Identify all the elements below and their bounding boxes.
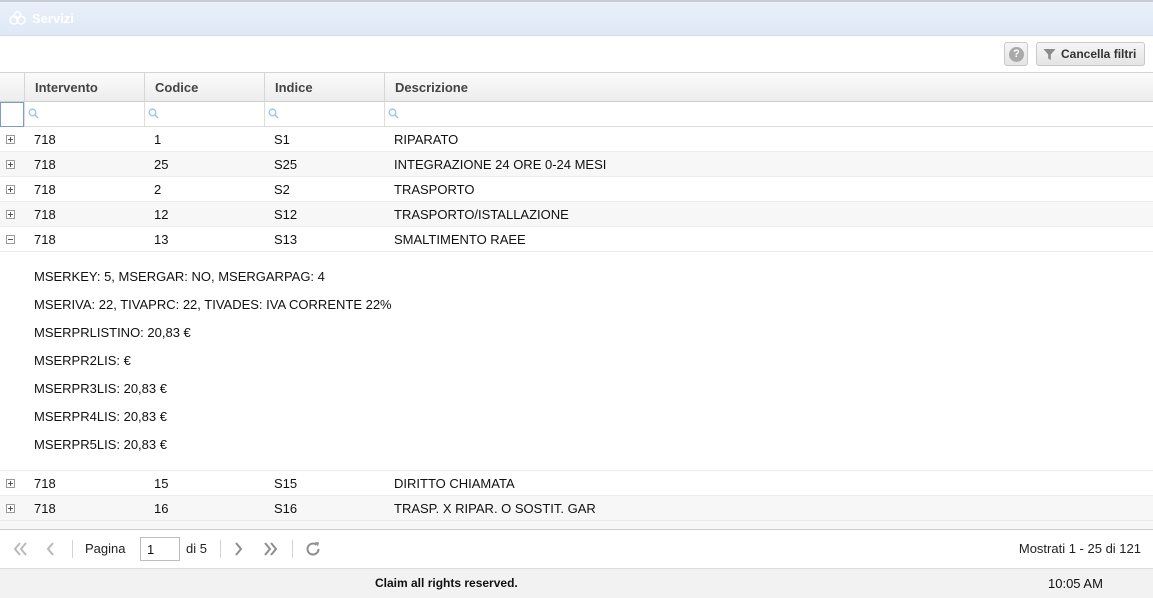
- cell-intervento: 718: [34, 501, 56, 516]
- grid-toolbar: ? Cancella filtri: [0, 36, 1153, 73]
- cell-codice: 12: [154, 207, 169, 222]
- cell-codice: 15: [154, 476, 169, 491]
- filter-icon: [1043, 49, 1056, 60]
- search-icon: [148, 108, 159, 119]
- filter-row-selector[interactable]: [0, 102, 24, 127]
- search-icon: [28, 108, 39, 119]
- prev-page-icon[interactable]: [43, 540, 57, 558]
- cell-intervento: 718: [34, 476, 56, 491]
- cell-descrizione: TRASP. X RIPAR. O SOSTIT. GAR: [394, 501, 596, 516]
- copyright-text: Claim all rights reserved.: [375, 576, 518, 590]
- page-label: Pagina: [85, 541, 126, 556]
- table-row[interactable]: 718 15 S15 DIRITTO CHIAMATA: [0, 471, 1153, 496]
- table-row[interactable]: 718 1 S1 RIPARATO: [0, 127, 1153, 152]
- clear-filters-button[interactable]: Cancella filtri: [1036, 42, 1145, 66]
- cell-descrizione: TRASPORTO: [394, 182, 475, 197]
- detail-line: MSERPR2LIS: €: [34, 353, 131, 368]
- cell-codice: 13: [154, 232, 169, 247]
- window-titlebar: Servizi: [0, 2, 1153, 36]
- table-row-partial: [0, 521, 1153, 529]
- last-page-icon[interactable]: [262, 540, 280, 558]
- cell-codice: 25: [154, 157, 169, 172]
- help-icon: ?: [1009, 47, 1024, 62]
- expand-row-icon[interactable]: [6, 504, 15, 513]
- cell-indice: S16: [274, 501, 298, 516]
- pager-separator: [72, 540, 73, 558]
- column-header-intervento[interactable]: Intervento: [24, 73, 144, 102]
- filter-input-codice[interactable]: [144, 102, 264, 127]
- cell-codice: 16: [154, 501, 169, 516]
- pager-separator: [220, 540, 221, 558]
- cell-intervento: 718: [34, 182, 56, 197]
- window-title: Servizi: [32, 11, 74, 26]
- page-number-input[interactable]: [140, 537, 180, 561]
- first-page-icon[interactable]: [11, 540, 29, 558]
- collapse-row-icon[interactable]: [6, 235, 15, 244]
- filter-row: [0, 102, 1153, 127]
- expand-row-icon[interactable]: [6, 160, 15, 169]
- cell-descrizione: RIPARATO: [394, 132, 459, 147]
- cell-descrizione: INTEGRAZIONE 24 ORE 0-24 MESI: [394, 157, 607, 172]
- detail-line: MSERPR5LIS: 20,83 €: [34, 437, 167, 452]
- cell-descrizione: SMALTIMENTO RAEE: [394, 232, 526, 247]
- clock-time: 10:05 AM: [1048, 576, 1103, 591]
- refresh-icon[interactable]: [304, 540, 322, 558]
- filter-input-descrizione[interactable]: [384, 102, 1153, 127]
- search-icon: [388, 108, 399, 119]
- cell-indice: S12: [274, 207, 298, 222]
- pagination-bar: Pagina di 5 Mostrati 1 - 25 di 121: [0, 529, 1153, 568]
- cell-intervento: 718: [34, 132, 56, 147]
- table-row[interactable]: 718 2 S2 TRASPORTO: [0, 177, 1153, 202]
- page-count-label: di 5: [186, 541, 207, 556]
- column-header-indice[interactable]: Indice: [264, 73, 384, 102]
- table-row[interactable]: 718 16 S16 TRASP. X RIPAR. O SOSTIT. GAR: [0, 496, 1153, 521]
- cell-descrizione: DIRITTO CHIAMATA: [394, 476, 515, 491]
- cell-codice: 1: [154, 132, 162, 147]
- cell-indice: S13: [274, 232, 298, 247]
- cell-indice: S1: [274, 132, 290, 147]
- cell-descrizione: TRASPORTO/ISTALLAZIONE: [394, 207, 569, 222]
- table-row[interactable]: 718 12 S12 TRASPORTO/ISTALLAZIONE: [0, 202, 1153, 227]
- detail-line: MSERIVA: 22, TIVAPRC: 22, TIVADES: IVA C…: [34, 297, 392, 312]
- detail-line: MSERPR4LIS: 20,83 €: [34, 409, 167, 424]
- cell-indice: S2: [274, 182, 290, 197]
- column-header-descrizione[interactable]: Descrizione: [384, 73, 1153, 102]
- expand-row-icon[interactable]: [6, 210, 15, 219]
- table-row[interactable]: 718 25 S25 INTEGRAZIONE 24 ORE 0-24 MESI: [0, 152, 1153, 177]
- grid-header: Intervento Codice Indice Descrizione: [0, 73, 1153, 102]
- cell-intervento: 718: [34, 157, 56, 172]
- expand-row-icon[interactable]: [6, 479, 15, 488]
- detail-line: MSERKEY: 5, MSERGAR: NO, MSERGARPAG: 4: [34, 269, 325, 284]
- services-icon: [9, 11, 26, 25]
- cell-indice: S25: [274, 157, 298, 172]
- cell-indice: S15: [274, 476, 298, 491]
- help-button[interactable]: ?: [1004, 42, 1028, 66]
- display-info: Mostrati 1 - 25 di 121: [1018, 541, 1141, 556]
- cell-codice: 2: [154, 182, 162, 197]
- next-page-icon[interactable]: [232, 540, 246, 558]
- status-footer: Claim all rights reserved. 10:05 AM: [0, 568, 1153, 598]
- table-row-expanded[interactable]: 718 13 S13 SMALTIMENTO RAEE: [0, 227, 1153, 252]
- filter-input-indice[interactable]: [264, 102, 384, 127]
- pager-separator: [292, 540, 293, 558]
- cell-intervento: 718: [34, 232, 56, 247]
- row-detail-panel: MSERKEY: 5, MSERGAR: NO, MSERGARPAG: 4 M…: [0, 252, 1153, 471]
- column-header-codice[interactable]: Codice: [144, 73, 264, 102]
- expand-row-icon[interactable]: [6, 135, 15, 144]
- clear-filters-label: Cancella filtri: [1061, 47, 1137, 61]
- detail-line: MSERPR3LIS: 20,83 €: [34, 381, 167, 396]
- expand-row-icon[interactable]: [6, 185, 15, 194]
- detail-line: MSERPRLISTINO: 20,83 €: [34, 325, 191, 340]
- search-icon: [268, 108, 279, 119]
- cell-intervento: 718: [34, 207, 56, 222]
- filter-input-intervento[interactable]: [24, 102, 144, 127]
